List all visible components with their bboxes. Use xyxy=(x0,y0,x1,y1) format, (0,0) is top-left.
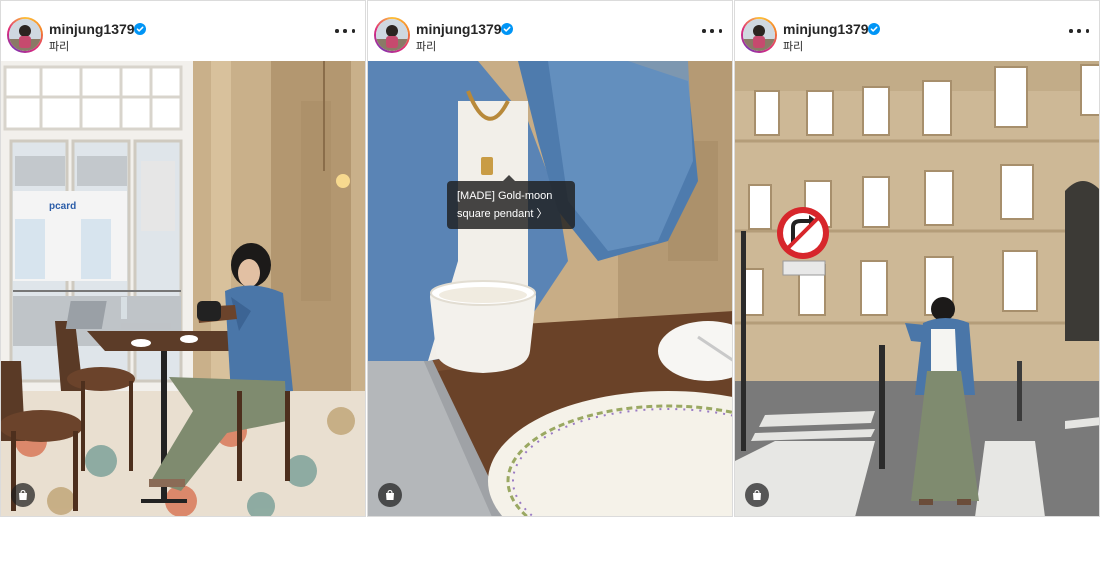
post-header: minjung1379 파리 xyxy=(1,1,365,61)
verified-badge-icon xyxy=(868,23,880,35)
username[interactable]: minjung1379 xyxy=(49,21,135,37)
post-grid: minjung1379 파리 pcard minjung1379 파리 [MAD… xyxy=(0,0,1100,518)
post-photo[interactable]: pcard xyxy=(1,61,365,516)
more-options-icon[interactable] xyxy=(1069,24,1089,38)
location-link[interactable]: 파리 xyxy=(416,38,436,54)
avatar[interactable] xyxy=(741,17,777,53)
avatar[interactable] xyxy=(7,17,43,53)
avatar[interactable] xyxy=(374,17,410,53)
product-tag[interactable]: [MADE] Gold-moon square pendant 〉 xyxy=(447,175,575,229)
verified-badge-icon xyxy=(501,23,513,35)
shopping-bag-icon[interactable] xyxy=(745,483,769,507)
more-options-icon[interactable] xyxy=(335,24,355,38)
username[interactable]: minjung1379 xyxy=(783,21,869,37)
shopping-bag-icon[interactable] xyxy=(11,483,35,507)
location-link[interactable]: 파리 xyxy=(783,38,803,54)
post-card: minjung1379 파리 xyxy=(367,0,733,517)
shopping-bag-icon[interactable] xyxy=(378,483,402,507)
post-photo[interactable] xyxy=(735,61,1099,516)
location-link[interactable]: 파리 xyxy=(49,38,69,54)
username[interactable]: minjung1379 xyxy=(416,21,502,37)
more-options-icon[interactable] xyxy=(702,24,722,38)
post-header: minjung1379 파리 xyxy=(735,1,1099,61)
post-header: minjung1379 파리 xyxy=(368,1,732,61)
post-photo[interactable]: [MADE] Gold-moon square pendant 〉 xyxy=(368,61,732,516)
product-tag-subtitle: square pendant 〉 xyxy=(457,208,548,220)
post-card: minjung1379 파리 xyxy=(734,0,1100,517)
verified-badge-icon xyxy=(134,23,146,35)
product-tag-title: [MADE] Gold-moon xyxy=(457,190,553,202)
shop-sign: pcard xyxy=(49,201,76,212)
post-card: minjung1379 파리 xyxy=(0,0,366,517)
